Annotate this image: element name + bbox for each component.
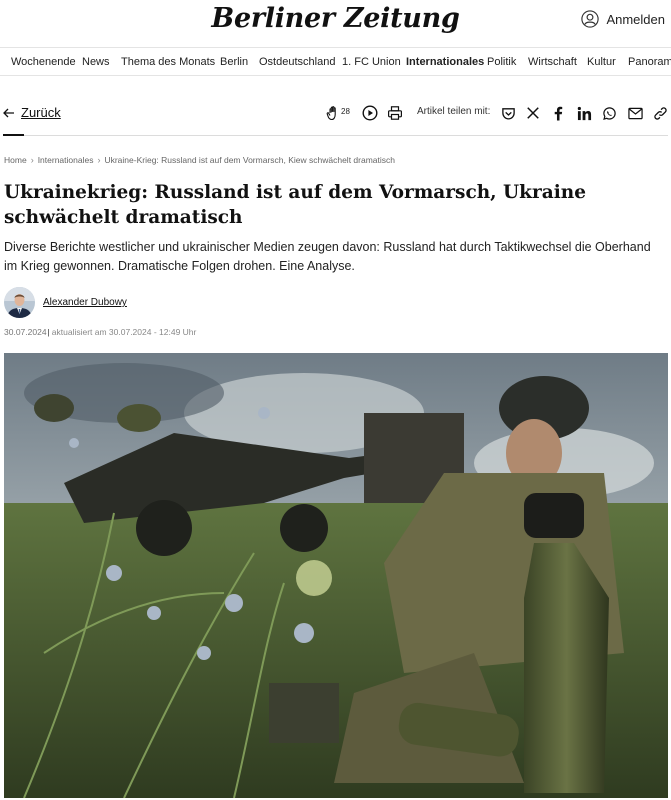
article-toolbar: Zurück 28 Artikel teilen mit: [0,96,671,130]
site-logo[interactable]: Berliner Zeitung [0,3,671,34]
site-header: Berliner Zeitung Anmelden [0,0,671,46]
toolbar-divider [3,135,668,136]
date-separator: | [47,327,50,337]
pocket-icon [501,107,515,120]
mail-icon [627,107,643,119]
breadcrumb: Home › Internationales › Ukraine-Krieg: … [4,155,395,165]
play-circle-icon [362,105,378,121]
nav-item-news[interactable]: News [82,56,110,68]
chevron-right-icon: › [30,155,34,165]
breadcrumb-home[interactable]: Home [4,155,27,165]
nav-item-politik[interactable]: Politik [487,56,516,68]
nav-item-1-fc-union[interactable]: 1. FC Union [342,56,401,68]
nav-item-kultur[interactable]: Kultur [587,56,616,68]
author-name[interactable]: Alexander Dubowy [43,297,127,308]
back-indicator [3,134,24,136]
nav-item-panorama[interactable]: Panorama [628,56,671,68]
whatsapp-icon [602,106,616,120]
clap-count: 28 [341,107,350,116]
article-title: Ukrainekrieg: Russland ist auf dem Vorma… [4,182,586,228]
main-nav: Wochenende News Thema des Monats Berlin … [0,47,671,76]
link-icon [653,106,667,120]
publish-date: 30.07.2024 [4,327,47,337]
chevron-right-icon: › [97,155,101,165]
login-button[interactable]: Anmelden [581,10,665,28]
login-label: Anmelden [606,11,665,27]
nav-item-internationales[interactable]: Internationales [406,56,484,68]
nav-item-berlin[interactable]: Berlin [220,56,248,68]
breadcrumb-current: Ukraine-Krieg: Russland ist auf dem Vorm… [104,155,395,165]
clap-icon [326,106,336,121]
print-button[interactable] [386,104,404,122]
hero-image [4,353,668,798]
breadcrumb-internationales[interactable]: Internationales [38,155,94,165]
share-pocket-button[interactable] [499,104,517,122]
nav-item-wirtschaft[interactable]: Wirtschaft [528,56,577,68]
x-icon [527,107,539,119]
back-label: Zurück [21,105,61,120]
dateline: 30.07.2024| aktualisiert am 30.07.2024 - … [4,327,196,337]
author-avatar[interactable] [4,287,35,318]
author-byline: Alexander Dubowy [4,287,127,318]
share-mail-button[interactable] [626,104,644,122]
nav-item-ostdeutschland[interactable]: Ostdeutschland [259,56,335,68]
share-facebook-button[interactable] [549,104,567,122]
article-lead: Diverse Berichte westlicher und ukrainis… [4,240,651,273]
share-x-button[interactable] [524,104,542,122]
play-audio-button[interactable] [361,104,379,122]
facebook-icon [554,106,563,121]
share-label: Artikel teilen mit: [417,106,491,117]
nav-item-wochenende[interactable]: Wochenende [11,56,76,68]
linkedin-icon [577,106,591,120]
copy-link-button[interactable] [651,104,669,122]
updated-date: aktualisiert am 30.07.2024 - 12:49 Uhr [51,327,197,337]
share-linkedin-button[interactable] [575,104,593,122]
share-whatsapp-button[interactable] [600,104,618,122]
nav-item-thema-des-monats[interactable]: Thema des Monats [121,56,215,68]
back-button[interactable]: Zurück [3,105,61,120]
printer-icon [388,106,403,120]
arrow-left-icon [3,108,14,117]
user-icon [581,10,600,28]
